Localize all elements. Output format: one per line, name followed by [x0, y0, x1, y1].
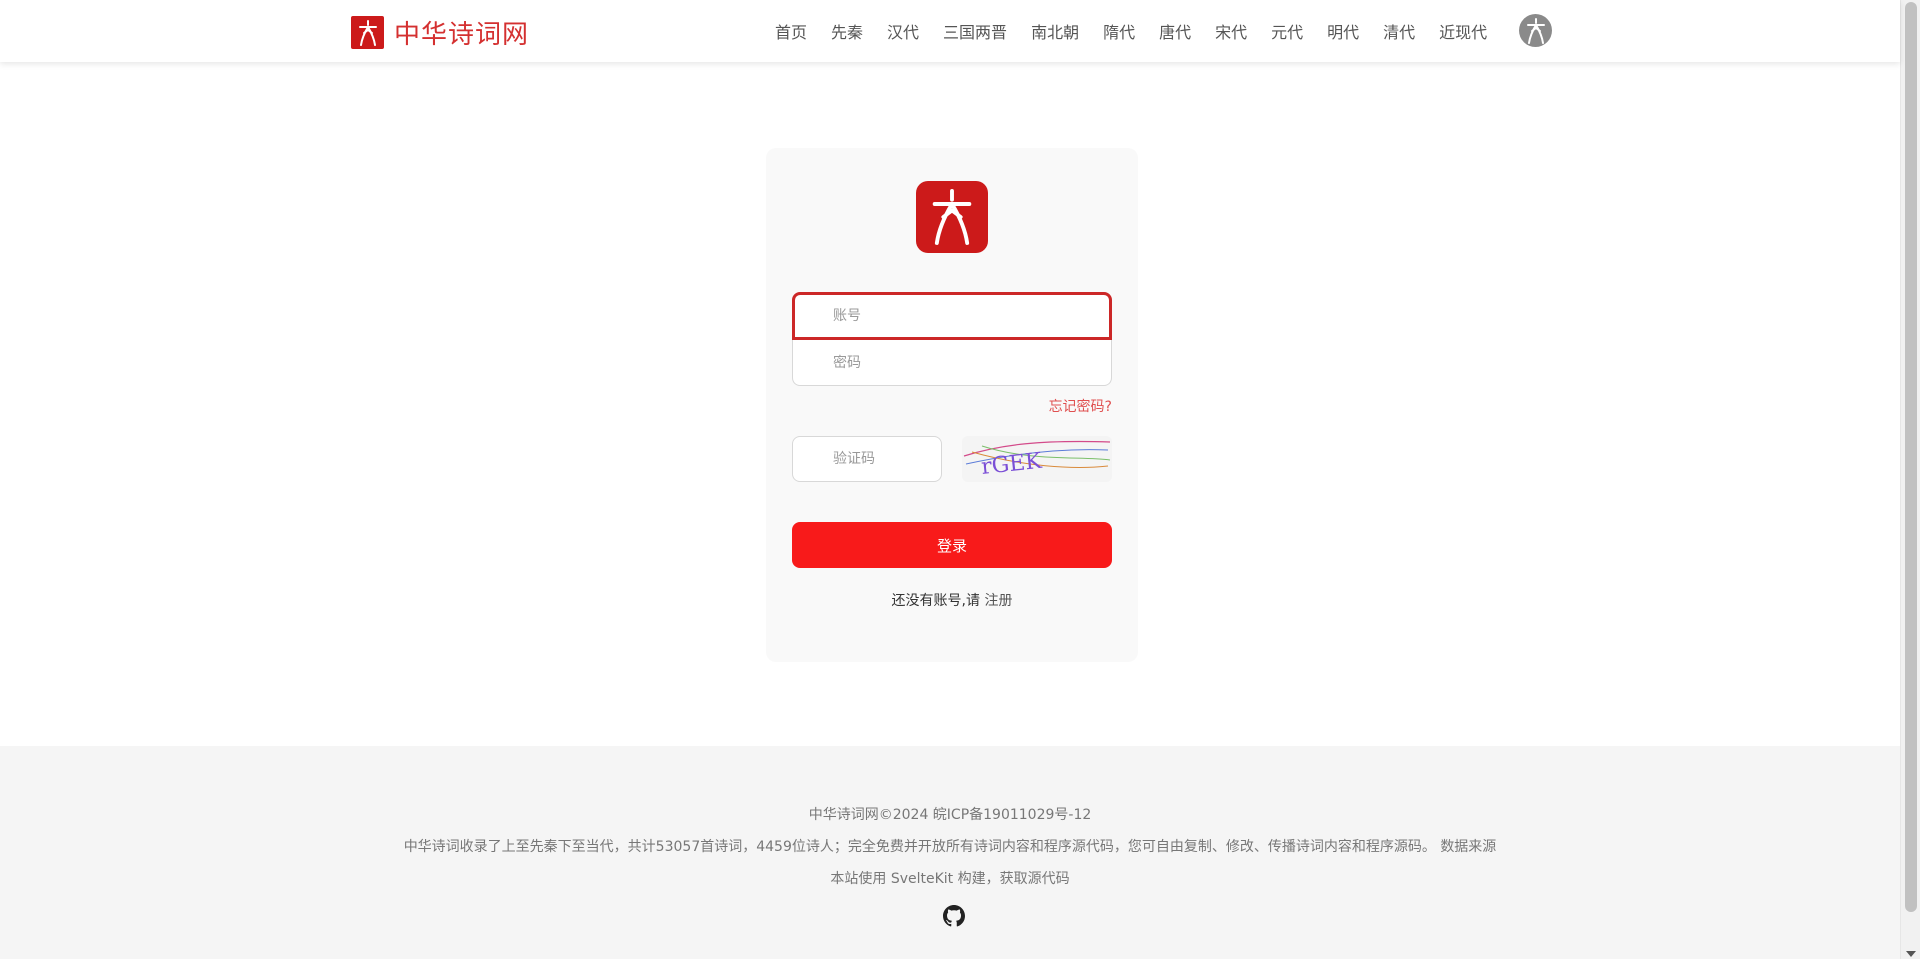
scroll-down-arrow-icon[interactable] — [1906, 951, 1916, 957]
poetry-logo-icon — [916, 181, 988, 253]
register-prompt: 还没有账号,请 注册 — [766, 590, 1138, 610]
forgot-password-link[interactable]: 忘记密码? — [1049, 396, 1112, 416]
captcha-char: rGEK — [980, 449, 1043, 480]
user-avatar-icon[interactable] — [1519, 14, 1552, 47]
main-nav: 首页 先秦 汉代 三国两晋 南北朝 隋代 唐代 宋代 元代 明代 清代 近现代 — [775, 19, 1487, 43]
footer-built-with: 本站使用 SvelteKit 构建，获取源代码 — [0, 868, 1900, 888]
login-card: 忘记密码? rGEK 登录 还没有账号,请 注册 — [766, 148, 1138, 662]
login-button[interactable]: 登录 — [792, 522, 1112, 568]
github-icon[interactable] — [943, 905, 965, 927]
poetry-logo-icon — [351, 16, 384, 49]
site-header: 中华诗词网 首页 先秦 汉代 三国两晋 南北朝 隋代 唐代 宋代 元代 明代 清… — [0, 0, 1900, 62]
site-footer: 中华诗词网©2024 皖ICP备19011029号-12 中华诗词收录了上至先秦… — [0, 746, 1900, 959]
captcha-input[interactable] — [792, 436, 942, 482]
site-logo[interactable]: 中华诗词网 — [351, 14, 529, 51]
nav-item-han[interactable]: 汉代 — [887, 19, 919, 43]
nav-item-tang[interactable]: 唐代 — [1159, 19, 1191, 43]
credentials-group — [792, 292, 1112, 386]
nav-item-song[interactable]: 宋代 — [1215, 19, 1247, 43]
scrollbar-thumb[interactable] — [1905, 2, 1917, 912]
footer-copyright: 中华诗词网©2024 皖ICP备19011029号-12 — [808, 807, 1092, 823]
nav-item-sui[interactable]: 隋代 — [1103, 19, 1135, 43]
nav-item-home[interactable]: 首页 — [775, 19, 807, 43]
data-source-link[interactable]: 数据来源 — [1440, 839, 1496, 855]
nav-item-qing[interactable]: 清代 — [1383, 19, 1415, 43]
vertical-scrollbar[interactable] — [1900, 0, 1920, 959]
account-input[interactable] — [792, 292, 1112, 340]
nav-item-sanguo[interactable]: 三国两晋 — [943, 19, 1007, 43]
password-input[interactable] — [792, 340, 1112, 386]
nav-item-yuan[interactable]: 元代 — [1271, 19, 1303, 43]
nav-item-modern[interactable]: 近现代 — [1439, 19, 1487, 43]
register-link[interactable]: 注册 — [984, 593, 1012, 609]
register-prompt-text: 还没有账号,请 — [891, 593, 980, 609]
source-code-link[interactable]: 本站使用 SvelteKit 构建，获取源代码 — [830, 871, 1069, 887]
site-name: 中华诗词网 — [394, 20, 530, 50]
footer-description: 中华诗词收录了上至先秦下至当代，共计53057首诗词，4459位诗人；完全免费并… — [403, 839, 1436, 855]
nav-item-xianqin[interactable]: 先秦 — [831, 19, 863, 43]
nav-item-ming[interactable]: 明代 — [1327, 19, 1359, 43]
nav-item-nanbeichao[interactable]: 南北朝 — [1031, 19, 1079, 43]
footer-description-row: 中华诗词收录了上至先秦下至当代，共计53057首诗词，4459位诗人；完全免费并… — [0, 836, 1900, 856]
captcha-image[interactable]: rGEK — [962, 436, 1112, 482]
